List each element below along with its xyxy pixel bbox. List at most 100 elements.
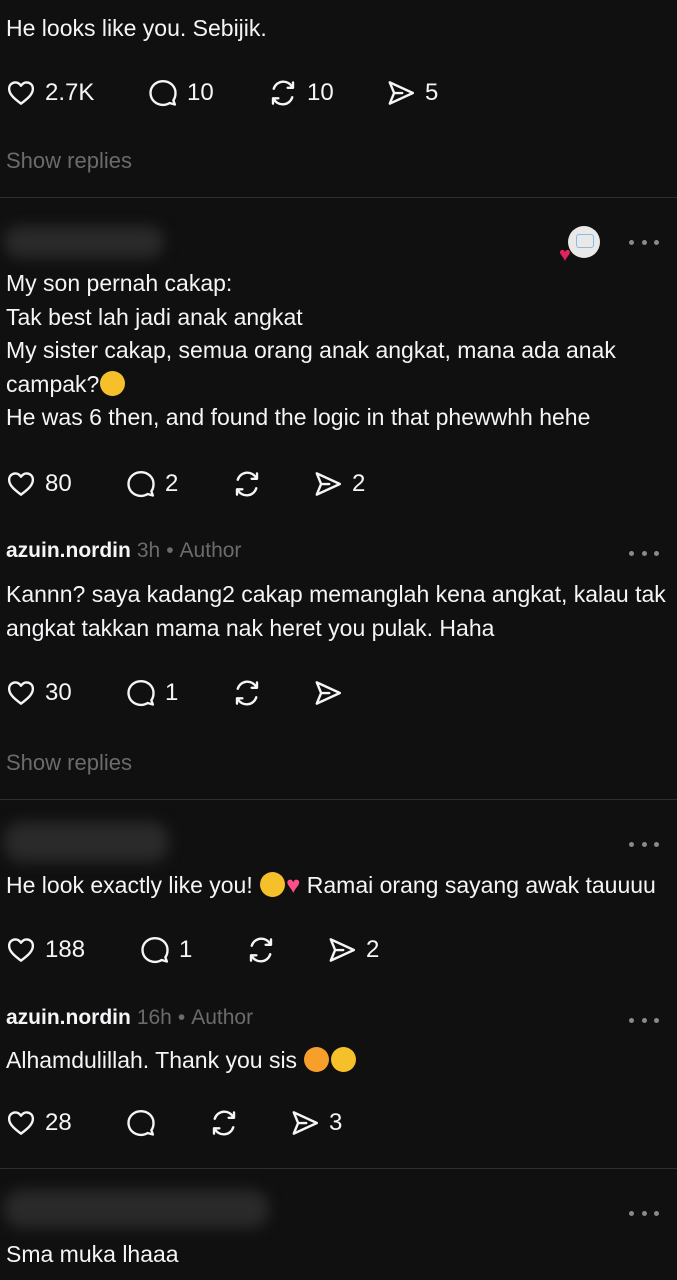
reply-text: Alhamdulillah. Thank you sis (6, 1044, 357, 1078)
comment-text: He looks like you. Sebijik. (6, 15, 267, 41)
comment-line: My son pernah cakap: (6, 270, 233, 296)
share-button[interactable]: 3 (290, 1105, 342, 1141)
share-icon (386, 78, 416, 108)
reply-text: Kannn? saya kadang2 cakap memanglah kena… (6, 578, 666, 645)
reply-button[interactable]: 10 (148, 75, 214, 111)
divider (0, 197, 677, 198)
comment-line: Tak best lah jadi anak angkat (6, 303, 303, 330)
repost-icon (232, 469, 262, 499)
repost-button[interactable]: 10 (268, 75, 334, 111)
divider (0, 1168, 677, 1169)
more-options-button[interactable] (629, 1013, 659, 1027)
comment-icon (148, 78, 178, 108)
comment-text-part: He look exactly like you! (6, 872, 253, 898)
separator-dot: • (177, 1006, 186, 1029)
reply-count: 1 (165, 679, 179, 706)
show-replies-link[interactable]: Show replies (6, 148, 132, 174)
reply-count: 10 (187, 79, 214, 106)
comment-icon (126, 1108, 156, 1138)
avatar[interactable] (568, 226, 600, 258)
comment-line-text: campak? (6, 370, 100, 397)
share-button[interactable]: 2 (327, 932, 379, 968)
username[interactable]: azuin.nordin (6, 539, 131, 562)
share-count: 2 (366, 936, 380, 963)
more-options-button[interactable] (629, 546, 659, 560)
like-count: 80 (45, 470, 72, 497)
separator-dot: • (166, 539, 174, 562)
reply-count: 1 (179, 936, 193, 963)
reply-line: angkat takkan mama nak heret you pulak. … (6, 614, 495, 641)
repost-icon (232, 678, 262, 708)
repost-count: 10 (307, 79, 334, 106)
reply-button[interactable]: 2 (126, 466, 178, 502)
reply-count: 2 (165, 470, 179, 497)
share-button[interactable]: 2 (313, 466, 365, 502)
show-replies-link[interactable]: Show replies (6, 750, 132, 776)
action-bar: 30 1 (0, 675, 677, 711)
like-count: 30 (45, 679, 72, 706)
kissing-face-emoji (331, 1047, 357, 1072)
reply-button[interactable] (126, 1105, 156, 1141)
heart-badge-icon: ♥ (559, 244, 571, 266)
username[interactable]: azuin.nordin (6, 1006, 131, 1029)
action-bar: 2.7K 10 10 5 (0, 75, 677, 111)
repost-icon (209, 1108, 239, 1138)
timestamp: 3h (136, 539, 161, 562)
repost-button[interactable] (246, 932, 276, 968)
blurred-username (4, 1190, 269, 1228)
comment-line: My sister cakap, semua orang anak angkat… (6, 337, 616, 363)
reply-button[interactable]: 1 (140, 932, 192, 968)
comment-line: He was 6 then, and found the logic in th… (6, 404, 591, 430)
author-badge: Author (191, 1006, 254, 1029)
more-options-button[interactable] (629, 1206, 659, 1220)
more-options-button[interactable] (629, 235, 659, 249)
like-button[interactable]: 80 (6, 466, 72, 502)
repost-icon (246, 935, 276, 965)
like-button[interactable]: 188 (6, 932, 85, 968)
share-count: 3 (329, 1109, 343, 1136)
smiling-hearts-emoji (304, 1047, 330, 1072)
heart-icon (6, 678, 36, 708)
avatar-logo (576, 234, 594, 248)
heart-icon (6, 1108, 36, 1138)
share-button[interactable] (313, 675, 343, 711)
reply-text-part: Alhamdulillah. Thank you sis (6, 1047, 298, 1073)
heart-icon (6, 469, 36, 499)
reply-line: Kannn? saya kadang2 cakap memanglah kena… (6, 581, 666, 607)
tears-of-joy-emoji (100, 370, 126, 396)
timestamp: 16h (136, 1006, 172, 1029)
share-icon (290, 1108, 320, 1138)
action-bar: 80 2 2 (0, 466, 677, 502)
repost-button[interactable] (209, 1105, 239, 1141)
repost-button[interactable] (232, 466, 262, 502)
share-count: 5 (425, 79, 439, 106)
share-icon (313, 469, 343, 499)
blurred-username (4, 822, 169, 862)
reply-header: azuin.nordin 16h • Author (6, 1006, 253, 1030)
blurred-username (4, 226, 164, 258)
pink-heart-emoji: ♥ (286, 872, 301, 899)
comment-line: campak? (6, 368, 616, 402)
divider (0, 799, 677, 800)
reply-header: azuin.nordin 3h • Author (6, 539, 241, 563)
share-icon (313, 678, 343, 708)
like-button[interactable]: 2.7K (6, 75, 94, 111)
action-bar: 28 3 (0, 1105, 677, 1141)
share-icon (327, 935, 357, 965)
like-count: 28 (45, 1109, 72, 1136)
like-button[interactable]: 28 (6, 1105, 72, 1141)
comment-text-part: Ramai orang sayang awak tauuuu (306, 872, 656, 898)
comment-text: My son pernah cakap: Tak best lah jadi a… (6, 267, 616, 435)
heart-eyes-emoji (260, 872, 286, 897)
heart-icon (6, 935, 36, 965)
like-count: 188 (45, 936, 86, 963)
repost-button[interactable] (232, 675, 262, 711)
share-button[interactable]: 5 (386, 75, 438, 111)
reply-button[interactable]: 1 (126, 675, 178, 711)
like-button[interactable]: 30 (6, 675, 72, 711)
more-options-button[interactable] (629, 837, 659, 851)
repost-icon (268, 78, 298, 108)
comment-icon (126, 469, 156, 499)
comment-text: Sma muka lhaaa (6, 1241, 179, 1267)
comment-icon (126, 678, 156, 708)
